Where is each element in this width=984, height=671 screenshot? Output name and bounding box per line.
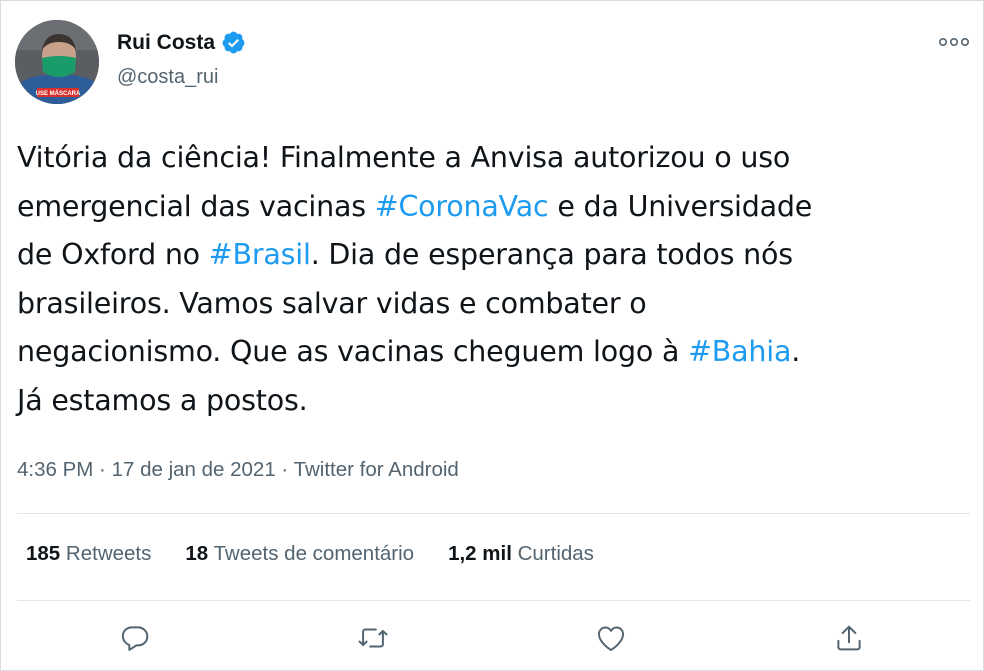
retweet-icon[interactable] (356, 621, 390, 655)
likes-label: Curtidas (517, 542, 594, 565)
author-handle[interactable]: @costa_rui (117, 66, 218, 89)
likes-count: 1,2 mil (448, 542, 512, 565)
tweet-text-segment: Vitória da ciência! Finalmente a Anvisa … (17, 141, 791, 174)
meta-separator: · (93, 458, 112, 481)
tweet-text-segment: negacionismo. Que as vacinas cheguem log… (17, 335, 689, 368)
tweet-text-line: negacionismo. Que as vacinas cheguem log… (17, 328, 972, 377)
divider (17, 600, 970, 601)
tweet-text-segment: emergencial das vacinas (17, 189, 375, 223)
retweets-count: 185 (26, 542, 61, 565)
divider (17, 513, 970, 514)
quote-tweets-count: 18 (185, 542, 209, 565)
tweet-date[interactable]: 17 de jan de 2021 (112, 458, 276, 481)
retweets-stat[interactable]: 185 Retweets (26, 542, 151, 566)
tweet-text-line: brasileiros. Vamos salvar vidas e combat… (17, 280, 972, 329)
meta-separator: · (275, 458, 294, 481)
tweet-text-line: Já estamos a postos. (17, 377, 972, 426)
more-options-icon[interactable] (938, 34, 970, 50)
hashtag-link[interactable]: #Brasil (209, 238, 311, 271)
hashtag-link[interactable]: #CoronaVac (375, 190, 549, 223)
tweet-stats: 185 Retweets 18 Tweets de comentário 1,2… (26, 542, 628, 566)
likes-stat[interactable]: 1,2 mil Curtidas (448, 542, 594, 566)
tweet-text-segment: Já estamos a postos. (17, 383, 308, 417)
avatar-badge-text: USE MÁSCARA (36, 90, 81, 97)
reply-icon[interactable] (118, 621, 152, 655)
tweet-text: Vitória da ciência! Finalmente a Anvisa … (17, 134, 972, 425)
hashtag-link[interactable]: #Bahia (688, 335, 791, 368)
share-icon[interactable] (832, 621, 866, 655)
tweet-text-segment: . Dia de esperança para todos nós (310, 238, 793, 271)
tweet-text-segment: . (791, 335, 801, 368)
tweet-text-line: Vitória da ciência! Finalmente a Anvisa … (17, 134, 972, 183)
tweet-source[interactable]: Twitter for Android (294, 458, 459, 481)
like-icon[interactable] (594, 621, 628, 655)
quote-tweets-stat[interactable]: 18 Tweets de comentário (185, 542, 414, 566)
tweet-text-segment: de Oxford no (17, 238, 209, 271)
tweet-text-line: de Oxford no #Brasil. Dia de esperança p… (17, 231, 972, 280)
tweet-meta: 4:36 PM · 17 de jan de 2021 · Twitter fo… (17, 458, 459, 482)
avatar[interactable]: USE MÁSCARA (15, 20, 99, 104)
tweet-time[interactable]: 4:36 PM (17, 458, 93, 481)
tweet-text-segment: brasileiros. Vamos salvar vidas e combat… (17, 286, 647, 320)
tweet-text-line: emergencial das vacinas #CoronaVac e da … (17, 183, 972, 232)
retweets-label: Retweets (65, 542, 152, 565)
author-name-row[interactable]: Rui Costa (117, 30, 246, 55)
author-name[interactable]: Rui Costa (117, 31, 215, 55)
tweet-text-segment: e da Universidade (548, 189, 813, 223)
verified-badge-icon (221, 30, 246, 55)
quote-tweets-label: Tweets de comentário (213, 542, 415, 565)
